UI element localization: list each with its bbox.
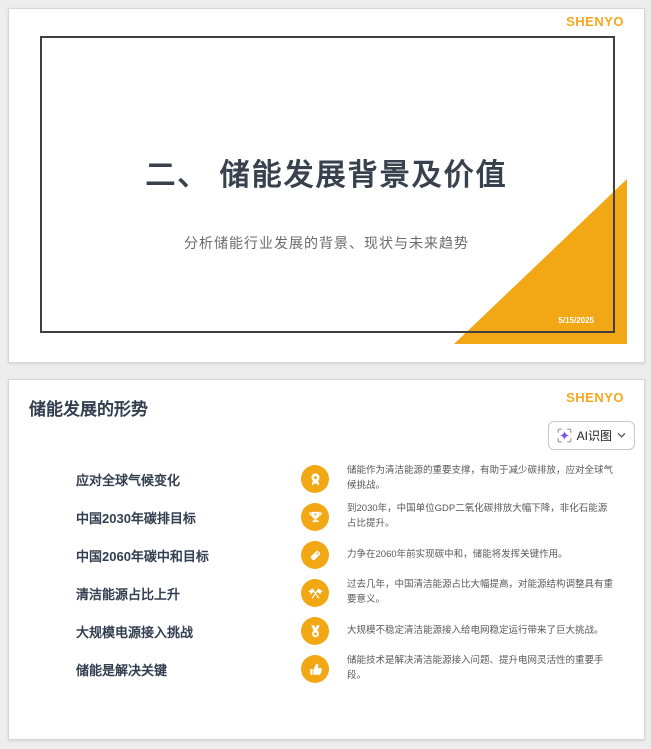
- chevron-down-icon: [617, 432, 626, 439]
- thumbs-up-icon: [301, 655, 329, 683]
- brand-logo: SHENYO: [566, 14, 624, 29]
- list-item: 应对全球气候变化 储能作为清洁能源的重要支撑，有助于减少碳排放，应对全球气候挑战…: [9, 460, 644, 498]
- slide-1-section-cover[interactable]: SHENYO 二、 储能发展背景及价值 分析储能行业发展的背景、现状与未来趋势 …: [8, 8, 645, 363]
- list-item-label: 中国2060年碳中和目标: [76, 548, 209, 564]
- list-item-label: 储能是解决关键: [76, 662, 168, 678]
- list-item-label: 大规模电源接入挑战: [76, 624, 194, 640]
- list-item-label: 清洁能源占比上升: [76, 586, 181, 602]
- list-item-description: 储能技术是解决清洁能源接入问题、提升电网灵活性的重要手段。: [347, 655, 604, 681]
- section-subtitle: 分析储能行业发展的背景、现状与未来趋势: [184, 235, 469, 251]
- medal-star-icon: [301, 617, 329, 645]
- list-item-description: 到2030年，中国单位GDP二氧化碳排放大幅下降，非化石能源占比提升。: [347, 503, 608, 529]
- list-item: 中国2030年碳排目标 到2030年，中国单位GDP二氧化碳排放大幅下降，非化石…: [9, 498, 644, 536]
- list-item: 大规模电源接入挑战 大规模不稳定清洁能源接入给电网稳定运行带来了巨大挑战。: [9, 612, 644, 650]
- slide-date: 5/15/2025: [558, 316, 594, 325]
- list-item-label: 中国2030年碳排目标: [76, 510, 196, 526]
- corner-triangle-decoration: [454, 179, 627, 344]
- crossed-flags-icon: [301, 579, 329, 607]
- list-item-description: 大规模不稳定清洁能源接入给电网稳定运行带来了巨大挑战。: [347, 624, 604, 636]
- list-item-description: 力争在2060年前实现碳中和，储能将发挥关键作用。: [347, 548, 568, 560]
- award-ribbon-icon: [301, 465, 329, 493]
- list-item-description: 过去几年，中国清洁能源占比大幅提高，对能源结构调整具有重要意义。: [347, 579, 614, 605]
- list-item: 中国2060年碳中和目标 力争在2060年前实现碳中和，储能将发挥关键作用。: [9, 536, 644, 574]
- ai-recognize-button-label: AI识图: [576, 429, 612, 443]
- list-item-description: 储能作为清洁能源的重要支撑，有助于减少碳排放，应对全球气候挑战。: [347, 465, 614, 491]
- slide-2-content[interactable]: 储能发展的形势 SHENYO AI识图 应对全球气候变化 储能作为清洁能源的重要…: [8, 379, 645, 740]
- trophy-icon: [301, 503, 329, 531]
- page-title: 储能发展的形势: [29, 400, 148, 419]
- list-item: 储能是解决关键 储能技术是解决清洁能源接入问题、提升电网灵活性的重要手段。: [9, 650, 644, 688]
- ai-scan-sparkle-icon: [557, 428, 572, 443]
- section-title: 二、 储能发展背景及价值: [145, 159, 508, 192]
- list-item-label: 应对全球气候变化: [76, 472, 181, 488]
- ai-recognize-button[interactable]: AI识图: [547, 421, 635, 450]
- list-item: 清洁能源占比上升 过去几年，中国清洁能源占比大幅提高，对能源结构调整具有重要意义…: [9, 574, 644, 612]
- brand-logo: SHENYO: [566, 390, 624, 405]
- tag-icon: [301, 541, 329, 569]
- feature-list: 应对全球气候变化 储能作为清洁能源的重要支撑，有助于减少碳排放，应对全球气候挑战…: [9, 460, 644, 688]
